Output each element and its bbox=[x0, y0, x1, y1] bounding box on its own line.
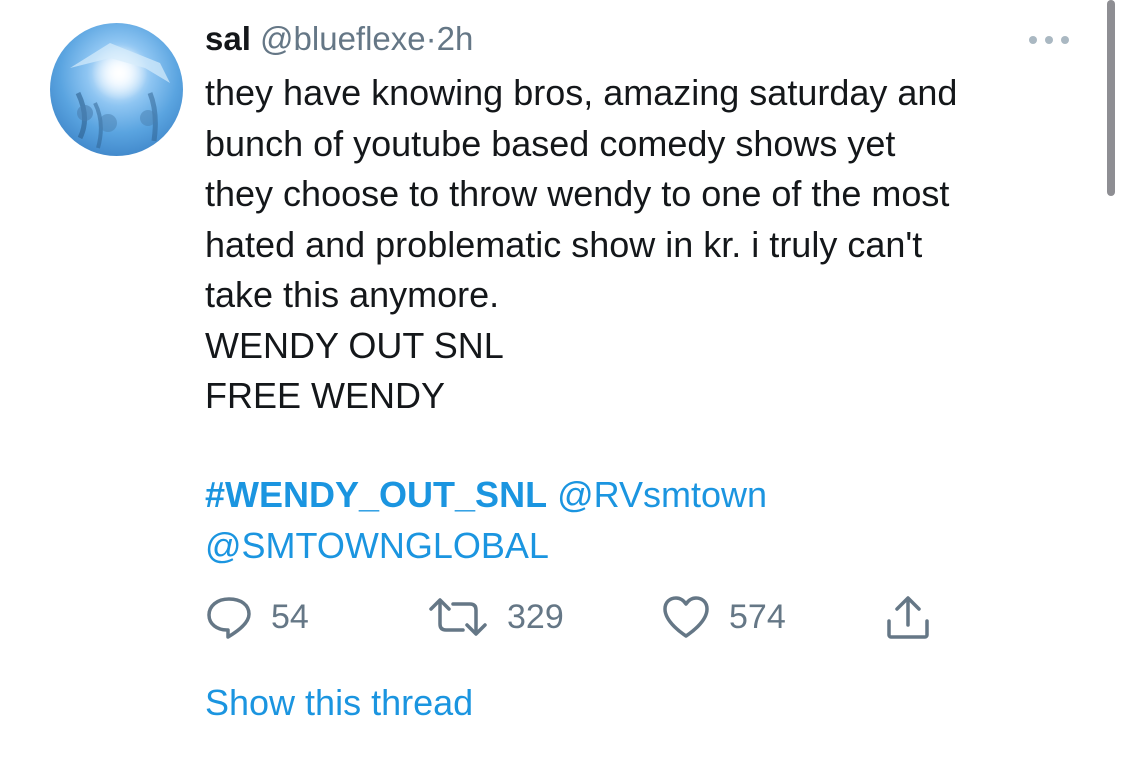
like-count: 574 bbox=[729, 597, 786, 636]
tweet-line: WENDY OUT SNL bbox=[205, 324, 504, 366]
separator-dot: · bbox=[425, 20, 437, 57]
share-button[interactable] bbox=[883, 590, 933, 644]
tweet-line: bunch of youtube based comedy shows yet bbox=[205, 122, 896, 164]
retweet-button[interactable]: 329 bbox=[427, 590, 564, 644]
tweet-line: they choose to throw wendy to one of the… bbox=[205, 173, 950, 214]
tweet-links: #WENDY_OUT_SNL @RVsmtown @SMTOWNGLOBAL bbox=[205, 470, 1085, 571]
author-name[interactable]: sal bbox=[205, 20, 251, 57]
avatar[interactable] bbox=[50, 23, 183, 156]
tweet-text: they have knowing bros, amazing saturday… bbox=[205, 68, 1085, 422]
reply-button[interactable]: 54 bbox=[205, 590, 309, 644]
share-icon bbox=[883, 593, 933, 641]
heart-icon bbox=[661, 594, 711, 640]
reply-icon bbox=[205, 594, 253, 640]
tweet-line: they have knowing bros, amazing saturday… bbox=[205, 72, 958, 113]
scrollbar[interactable] bbox=[1107, 0, 1115, 196]
like-button[interactable]: 574 bbox=[661, 590, 786, 644]
ellipsis-icon[interactable] bbox=[1025, 30, 1073, 50]
tweet-header: sal @blueflexe·2h bbox=[205, 18, 473, 60]
tweet-actions: 54 329 574 bbox=[205, 590, 1005, 644]
show-thread-link[interactable]: Show this thread bbox=[205, 680, 473, 726]
reply-count: 54 bbox=[271, 597, 309, 636]
hashtag-link[interactable]: #WENDY_OUT_SNL bbox=[205, 474, 547, 515]
retweet-icon bbox=[427, 596, 489, 638]
author-handle[interactable]: @blueflexe bbox=[260, 20, 426, 57]
tweet-line: hated and problematic show in kr. i trul… bbox=[205, 223, 923, 265]
tweet-line: FREE WENDY bbox=[205, 375, 446, 416]
tweet-time[interactable]: 2h bbox=[437, 20, 474, 57]
tweet-line: take this anymore. bbox=[205, 274, 500, 315]
mention-link[interactable]: @RVsmtown bbox=[557, 474, 767, 515]
retweet-count: 329 bbox=[507, 597, 564, 636]
mention-link[interactable]: @SMTOWNGLOBAL bbox=[205, 525, 549, 566]
